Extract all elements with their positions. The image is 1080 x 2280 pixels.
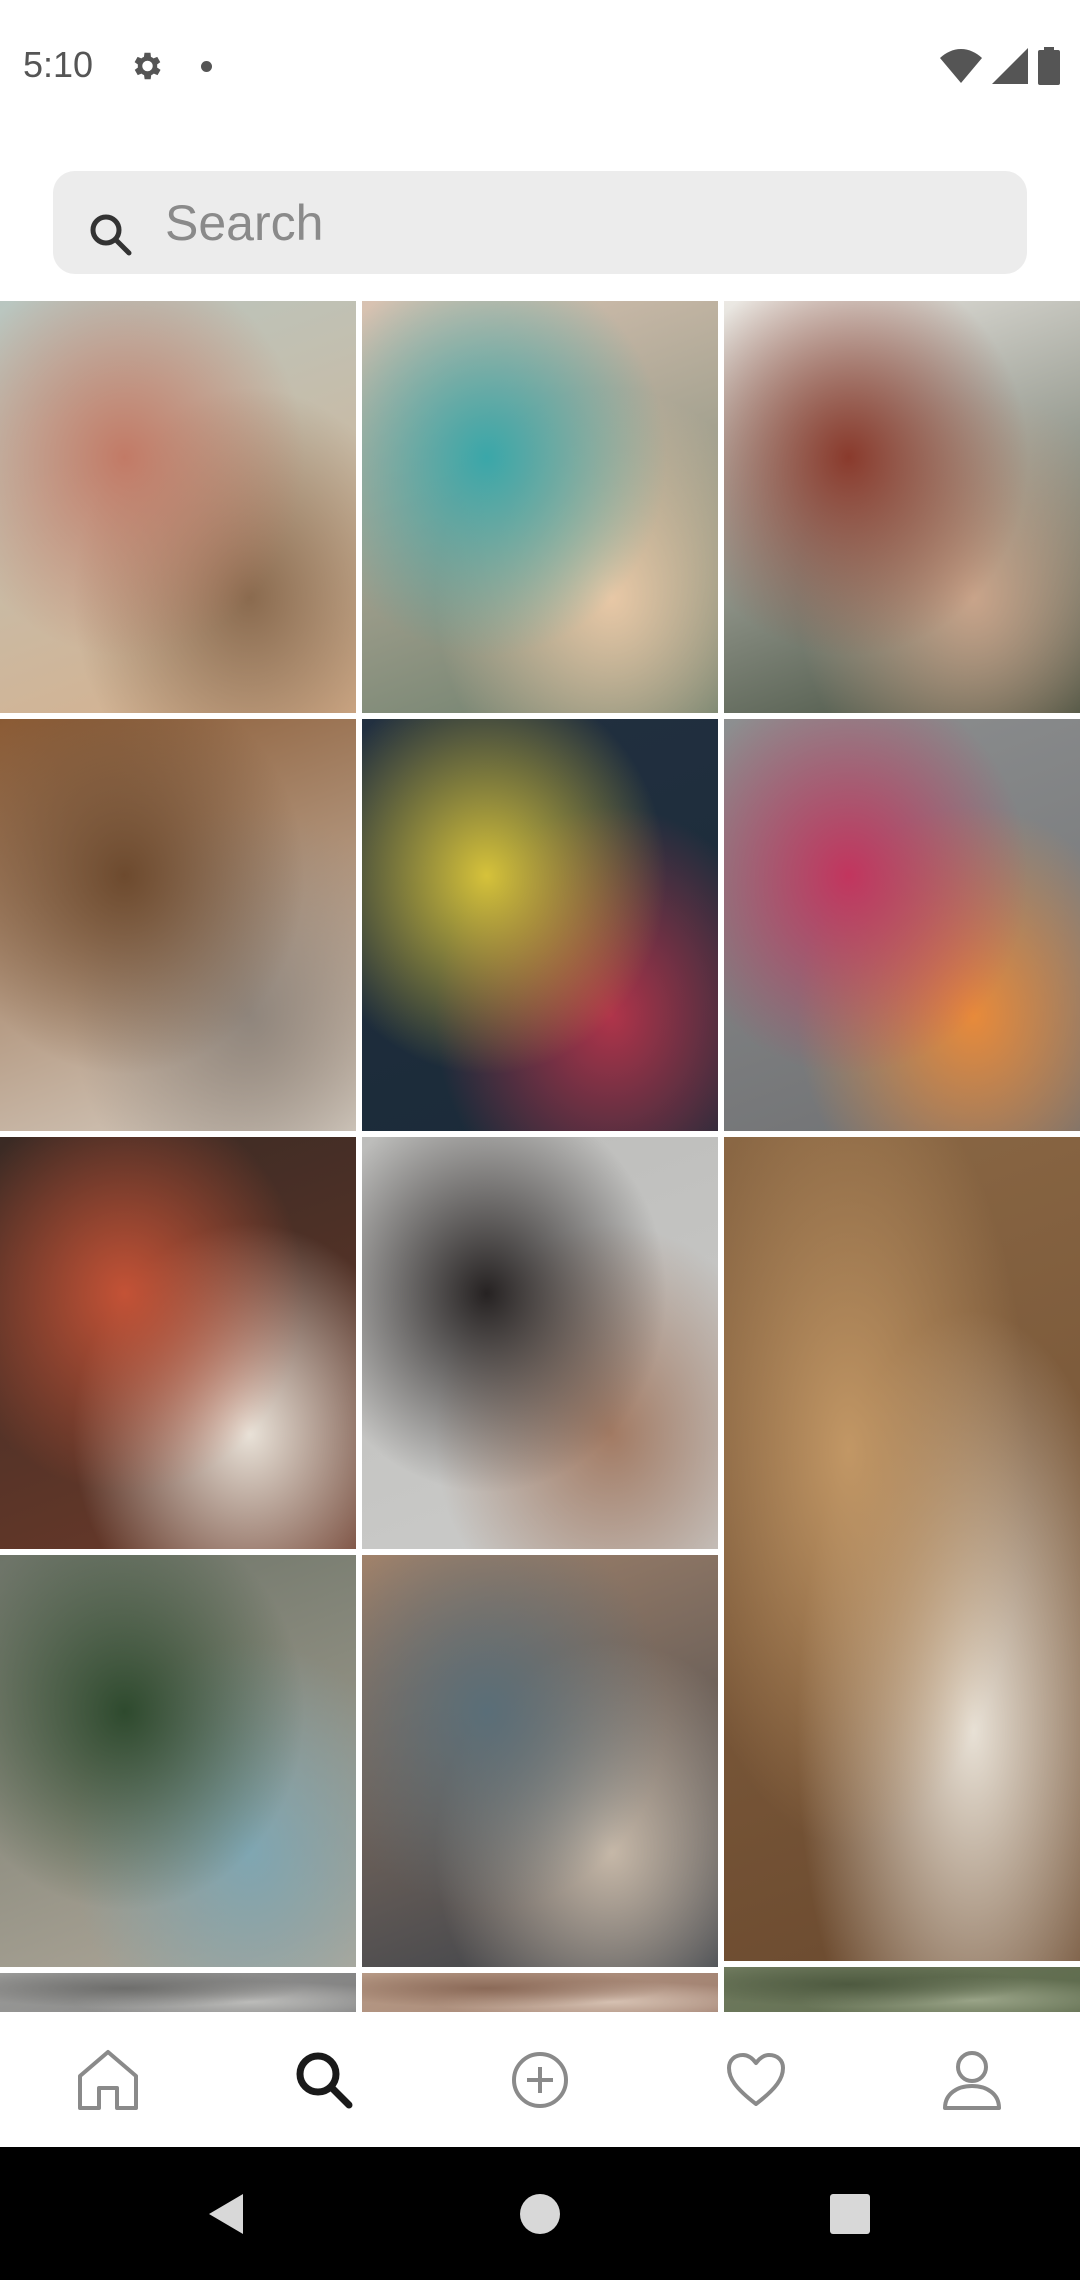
photo-hiker-mountains[interactable] (0, 1555, 356, 1967)
home-icon (78, 2049, 138, 2110)
battery-icon (1038, 47, 1060, 85)
photo-woman-winter-hat[interactable] (0, 301, 356, 713)
profile-icon (943, 2050, 1001, 2110)
wifi-icon (940, 49, 982, 83)
photo-mother-child-bed[interactable] (724, 301, 1080, 713)
photo-partial-bottom-middle[interactable] (362, 1973, 718, 2012)
nav-home[interactable] (0, 2012, 216, 2147)
heart-icon (727, 2052, 785, 2106)
search-bar[interactable] (53, 171, 1027, 274)
photo-burger-tea[interactable] (724, 1137, 1080, 1961)
nav-profile[interactable] (864, 2012, 1080, 2147)
gear-icon (134, 52, 161, 80)
photo-market-souvenirs[interactable] (0, 1137, 356, 1549)
search-icon (90, 214, 132, 256)
search-icon (296, 2052, 353, 2108)
home-circle-icon (520, 2193, 560, 2234)
explore-photo-grid[interactable] (0, 301, 1080, 2012)
photo-living-room-sofa[interactable] (0, 719, 356, 1131)
photo-woman-portrait[interactable] (362, 1137, 718, 1549)
notification-dot-icon (201, 61, 212, 72)
nav-add[interactable] (432, 2012, 648, 2147)
search-input[interactable] (163, 183, 987, 263)
cellular-signal-icon (992, 48, 1028, 84)
photo-partial-bottom-left[interactable] (0, 1973, 356, 2012)
photo-beach-coastline[interactable] (362, 301, 718, 713)
system-home-button[interactable] (480, 2147, 600, 2280)
bottom-navigation (0, 2012, 1080, 2147)
system-recents-button[interactable] (790, 2147, 910, 2280)
status-bar: 5:10 (0, 0, 1080, 130)
add-circle-icon (512, 2051, 568, 2108)
status-time: 5:10 (23, 44, 94, 85)
nav-activity[interactable] (648, 2012, 864, 2147)
system-navigation-bar (0, 2147, 1080, 2280)
recents-square-icon (830, 2193, 870, 2234)
nav-search[interactable] (216, 2012, 432, 2147)
photo-venice-canal[interactable] (362, 1555, 718, 1967)
status-icons (940, 46, 1060, 86)
photo-smoothie-bowls[interactable] (724, 719, 1080, 1131)
system-back-button[interactable] (165, 2147, 285, 2280)
photo-night-street-rain[interactable] (362, 719, 718, 1131)
back-icon (209, 2193, 243, 2234)
photo-partial-bottom-right[interactable] (724, 1967, 1080, 2012)
